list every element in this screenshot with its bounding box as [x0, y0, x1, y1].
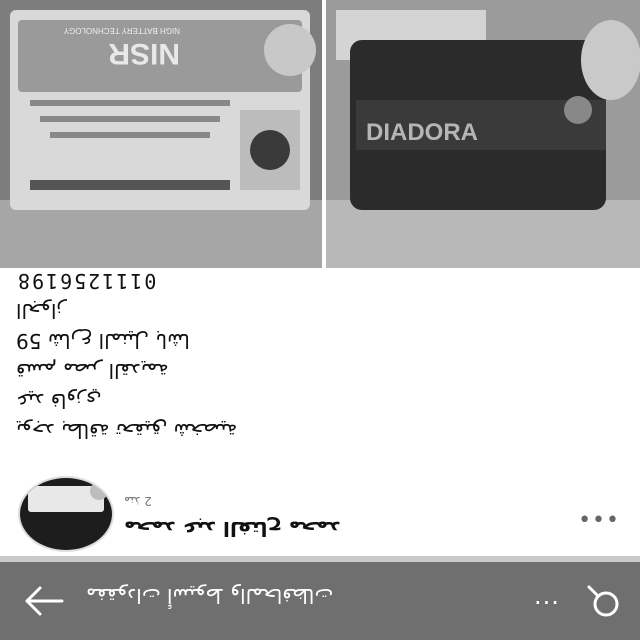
post-line: قسم مصر القديمة [16, 359, 169, 383]
svg-text:DIADORA: DIADORA [366, 119, 478, 146]
post-photo-id-card[interactable]: NISR NIGH BATTERY TECHNOLOGY [0, 0, 322, 268]
avatar-badge [90, 482, 108, 500]
id-card-image: NISR NIGH BATTERY TECHNOLOGY [0, 0, 322, 268]
phone-number[interactable]: 0111256198 [16, 266, 436, 296]
avatar[interactable] [18, 476, 114, 552]
more-options-icon[interactable]: ••• [578, 508, 620, 533]
wallet-image: DIADORA [326, 0, 640, 268]
author-meta: منذ 2 محمد عبد الفتاح محمد [124, 490, 424, 541]
post-line: الجواز [16, 299, 67, 323]
post-author-row: منذ 2 محمد عبد الفتاح محمد ••• [0, 460, 640, 560]
post-body: يوجد بطاقة تحقيق شخصية عيد فاوزي قسم مصر… [0, 269, 640, 446]
arrow-left-icon[interactable] [22, 582, 66, 620]
svg-text:NISR: NISR [108, 37, 180, 70]
author-name[interactable]: محمد عبد الفتاح محمد [124, 517, 341, 541]
post-line: يوجد بطاقة تحقيق شخصية [16, 419, 238, 443]
post-photo-wallet[interactable]: DIADORA [326, 0, 640, 268]
svg-text:NIGH BATTERY TECHNOLOGY: NIGH BATTERY TECHNOLOGY [63, 26, 180, 35]
post-line: 59 شارع المنيل باشا [16, 329, 190, 353]
search-icon[interactable] [584, 582, 624, 622]
post-line: عيد فاوزي [16, 389, 102, 413]
bottom-toolbar: مفقودات أسيوط والمحافظات ... [0, 562, 640, 640]
group-title: مفقودات أسيوط والمحافظات [86, 584, 334, 608]
more-menu-icon[interactable]: ... [534, 582, 560, 610]
post-timestamp: منذ 2 [124, 494, 152, 508]
